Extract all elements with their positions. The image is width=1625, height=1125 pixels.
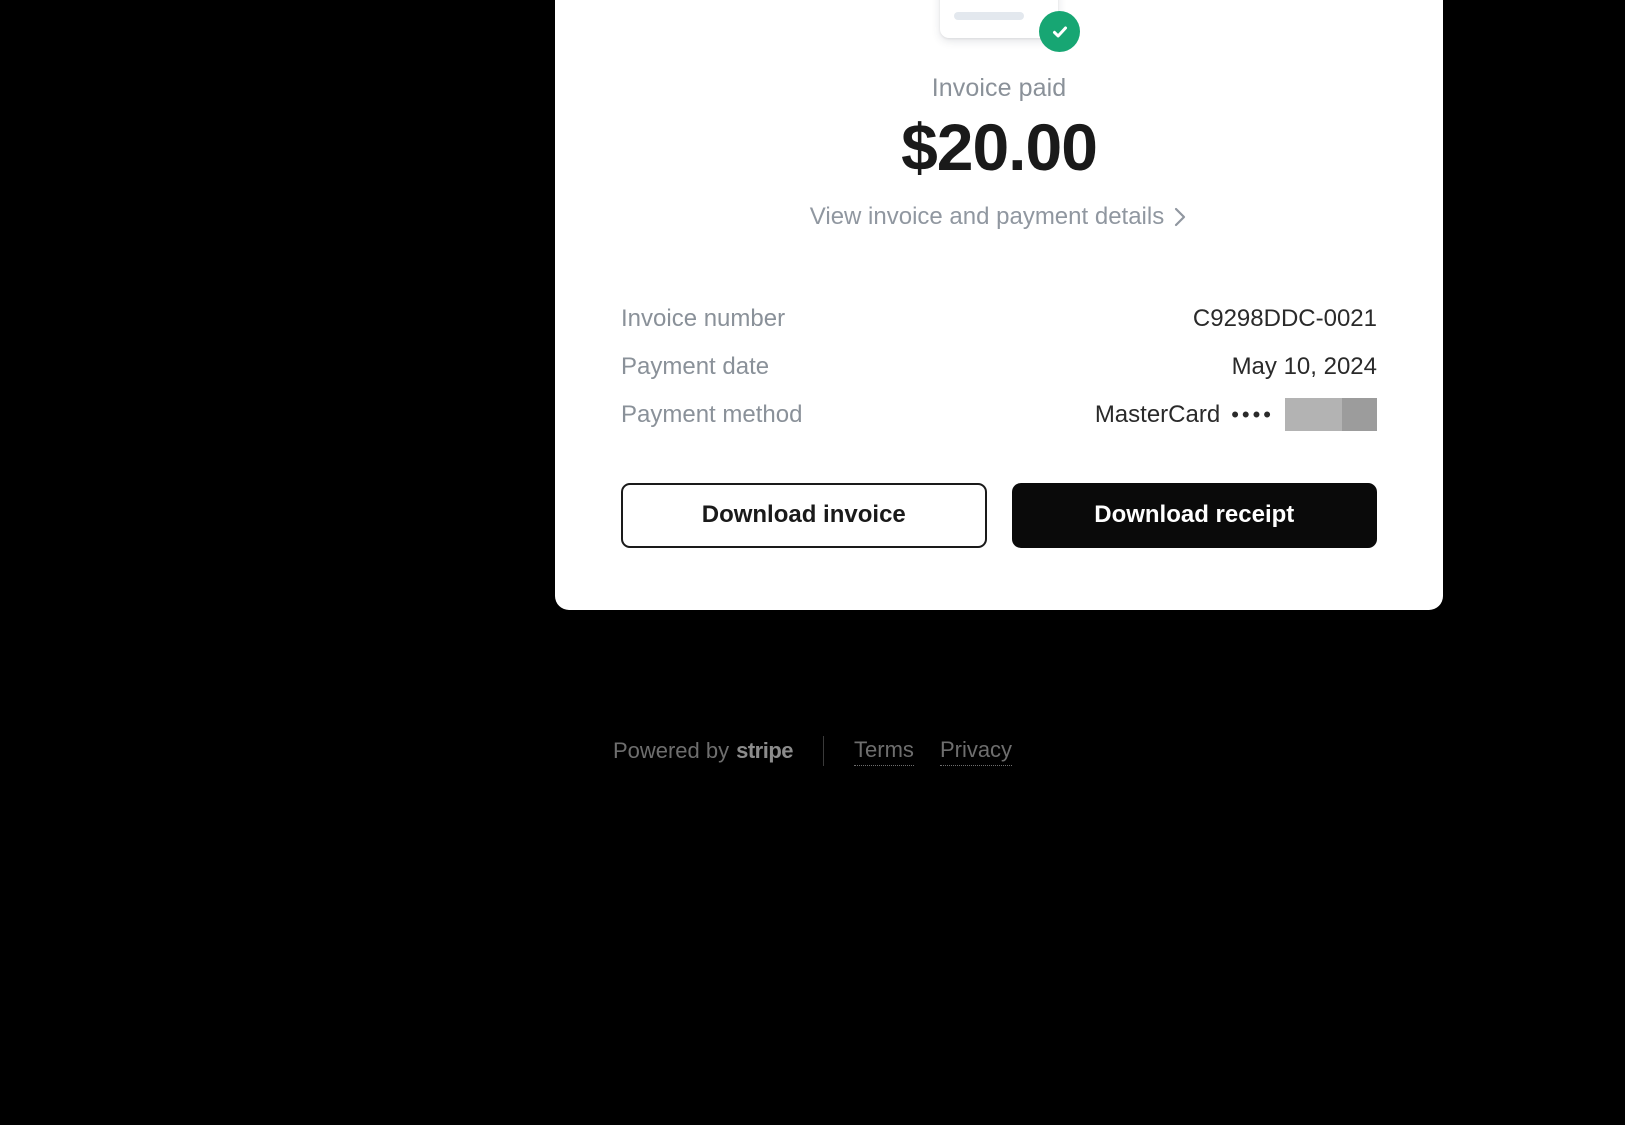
powered-by-stripe: Powered by stripe <box>612 738 794 764</box>
payment-date-label: Payment date <box>621 352 770 380</box>
invoice-document-icon <box>940 0 1080 52</box>
invoice-number-value: C9298DDC-0021 <box>1192 304 1377 332</box>
doc-placeholder-line <box>954 12 1024 20</box>
details-link-label: View invoice and payment details <box>809 202 1165 230</box>
receipt-actions: Download invoice Download receipt <box>621 482 1377 548</box>
payment-method-value: MasterCard •••• <box>1094 398 1377 432</box>
terms-link[interactable]: Terms <box>854 737 914 766</box>
payment-receipt-card: Invoice paid $20.00 View invoice and pay… <box>555 0 1443 610</box>
card-brand-label: MasterCard <box>1094 400 1221 428</box>
payment-date-value: May 10, 2024 <box>1231 352 1377 380</box>
status-text: Invoice paid <box>931 74 1067 102</box>
footer-divider <box>823 736 825 766</box>
stripe-wordmark: stripe <box>736 738 794 763</box>
card-mask-dots: •••• <box>1231 401 1274 427</box>
receipt-details-table: Invoice number C9298DDC-0021 Payment dat… <box>621 295 1377 439</box>
view-invoice-and-payment-details-link[interactable]: View invoice and payment details <box>621 203 1377 231</box>
download-receipt-button[interactable]: Download receipt <box>1011 482 1377 548</box>
green-check-badge-icon <box>1039 11 1080 52</box>
table-row: Payment method MasterCard •••• <box>621 391 1377 439</box>
payment-method-label: Payment method <box>621 400 803 428</box>
download-invoice-button[interactable]: Download invoice <box>621 482 987 548</box>
invoice-number-label: Invoice number <box>621 304 786 332</box>
table-row: Invoice number C9298DDC-0021 <box>621 295 1377 343</box>
chevron-right-icon <box>1173 205 1188 229</box>
powered-by-label: Powered by <box>612 738 730 763</box>
redacted-card-digits <box>1285 398 1377 432</box>
amount-paid: $20.00 <box>901 110 1098 184</box>
page-root: Invoice paid $20.00 View invoice and pay… <box>0 0 1625 1125</box>
receipt-status-icon <box>555 0 1443 52</box>
table-row: Payment date May 10, 2024 <box>621 343 1377 391</box>
page-footer: Powered by stripe Terms Privacy <box>0 736 1625 766</box>
privacy-link[interactable]: Privacy <box>939 737 1013 766</box>
footer-links: Terms Privacy <box>854 737 1013 766</box>
